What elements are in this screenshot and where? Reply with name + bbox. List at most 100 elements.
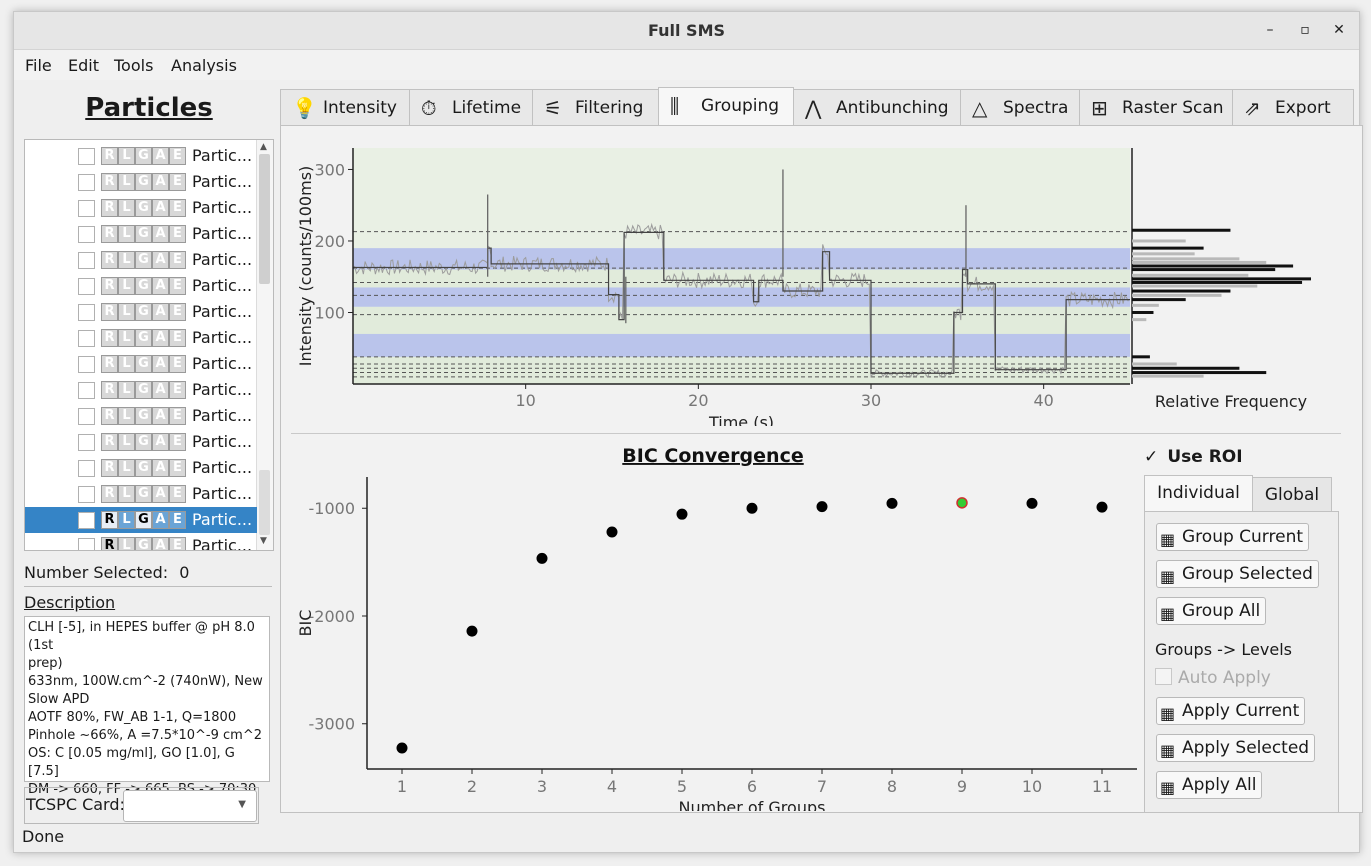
use-roi-checkbox[interactable]: ✓ Use ROI: [1144, 447, 1243, 467]
flag-a-icon: A: [152, 485, 169, 503]
intensity-trace-plot[interactable]: 100 200 300 10 20 30 40 Intensity (counts/100ms…: [281, 126, 1362, 426]
particle-checkbox[interactable]: [78, 382, 95, 399]
scrollbar-thumb[interactable]: [259, 154, 270, 284]
particle-checkbox[interactable]: [78, 278, 95, 295]
histogram-bar: [1132, 257, 1240, 261]
particle-checkbox[interactable]: [78, 538, 95, 550]
particle-checkbox[interactable]: [78, 148, 95, 165]
tab-spectra[interactable]: △ Spectra: [960, 89, 1080, 125]
particle-label: Partic...: [192, 354, 253, 373]
histogram-bar: [1132, 293, 1222, 297]
flag-r-icon: R: [101, 381, 118, 399]
tab-intensity[interactable]: 💡 Intensity: [280, 89, 410, 125]
scroll-down-arrow-icon[interactable]: ▼: [260, 536, 267, 546]
close-button[interactable]: ✕: [1329, 20, 1349, 40]
particle-row[interactable]: R L G A E Partic...: [25, 429, 257, 455]
flag-l-icon: L: [118, 433, 135, 451]
particle-row[interactable]: R L G A E Partic...: [25, 403, 257, 429]
particle-row[interactable]: R L G A E Partic...: [25, 143, 257, 169]
description-box[interactable]: CLH [-5], in HEPES buffer @ pH 8.0 (1st p…: [24, 616, 270, 797]
flag-a-icon: A: [152, 147, 169, 165]
particle-row[interactable]: R L G A E Partic...: [25, 481, 257, 507]
flag-g-icon: G: [135, 459, 152, 477]
menu-analysis[interactable]: Analysis: [171, 56, 237, 75]
histogram-bar: [1132, 289, 1231, 293]
particle-row[interactable]: R L G A E Partic...: [25, 221, 257, 247]
particle-row[interactable]: R L G A E Partic...: [25, 299, 257, 325]
apply-selected-button[interactable]: ▦ Apply Selected: [1156, 734, 1316, 762]
particle-row[interactable]: R L G A E Partic...: [25, 325, 257, 351]
histogram-bar: [1132, 284, 1258, 288]
bic-point[interactable]: [396, 742, 408, 754]
minimize-button[interactable]: –: [1260, 20, 1280, 40]
flag-e-icon: E: [169, 329, 186, 347]
histogram-bar: [1132, 310, 1154, 314]
bic-point[interactable]: [466, 625, 478, 637]
tab-filtering[interactable]: ⚟ Filtering: [532, 89, 659, 125]
group-tab-individual[interactable]: Individual: [1144, 475, 1253, 512]
particle-row[interactable]: R L G A E Partic...: [25, 533, 257, 550]
particle-checkbox[interactable]: [78, 460, 95, 477]
particle-list[interactable]: ▲ ▼ R L G A E Partic... R L G A E Partic... R L G A E Par…: [24, 139, 274, 551]
flag-l-icon: L: [118, 173, 135, 191]
tab-antibunching[interactable]: ⋀ Antibunching: [793, 89, 961, 125]
bic-point[interactable]: [816, 501, 828, 513]
bic-point[interactable]: [886, 497, 898, 509]
particle-label: Partic...: [192, 432, 253, 451]
particle-checkbox[interactable]: [78, 356, 95, 373]
particle-row[interactable]: R L G A E Partic...: [25, 455, 257, 481]
auto-apply-checkbox[interactable]: [1155, 668, 1172, 685]
particle-checkbox[interactable]: [78, 408, 95, 425]
particle-row[interactable]: R L G A E Partic...: [25, 169, 257, 195]
bic-point[interactable]: [536, 552, 548, 564]
particle-row[interactable]: R L G A E Partic...: [25, 247, 257, 273]
bic-point[interactable]: [1096, 501, 1108, 513]
particle-checkbox[interactable]: [78, 512, 95, 529]
histogram-bar: [1132, 239, 1186, 243]
particle-checkbox[interactable]: [78, 174, 95, 191]
tab-lifetime[interactable]: ⏱ Lifetime: [409, 89, 533, 125]
particle-row[interactable]: R L G A E Partic...: [25, 195, 257, 221]
tab-raster-scan[interactable]: ⊞ Raster Scan: [1079, 89, 1233, 125]
flag-g-icon: G: [135, 199, 152, 217]
particle-row[interactable]: R L G A E Partic...: [25, 377, 257, 403]
particle-row[interactable]: R L G A E Partic...: [25, 351, 257, 377]
bic-x-tick-label: 10: [1022, 777, 1042, 796]
apply-current-button[interactable]: ▦ Apply Current: [1156, 697, 1306, 725]
group-selected-button[interactable]: ▦ Group Selected: [1156, 560, 1319, 588]
scroll-up-arrow-icon[interactable]: ▲: [260, 142, 267, 152]
bic-point-selected[interactable]: [956, 497, 968, 509]
bic-point[interactable]: [746, 502, 758, 514]
menu-tools[interactable]: Tools: [114, 56, 153, 75]
bic-convergence-plot[interactable]: BIC Convergence -1000 -2000 -3000 1 2 3 4 5 6 7 8 9 1…: [281, 431, 1141, 811]
particle-checkbox[interactable]: [78, 486, 95, 503]
particle-checkbox[interactable]: [78, 330, 95, 347]
group-tab-global[interactable]: Global: [1252, 477, 1332, 512]
menu-file[interactable]: File: [25, 56, 52, 75]
maximize-button[interactable]: ▫: [1295, 20, 1315, 40]
bic-x-tick-label: 7: [817, 777, 827, 796]
particle-row[interactable]: R L G A E Partic...: [25, 273, 257, 299]
menu-edit[interactable]: Edit: [68, 56, 99, 75]
particle-checkbox[interactable]: [78, 304, 95, 321]
tab-grouping[interactable]: ⫼ Grouping: [658, 87, 794, 126]
particle-checkbox[interactable]: [78, 252, 95, 269]
particle-list-scrollbar[interactable]: ▲ ▼: [256, 140, 273, 550]
particle-checkbox[interactable]: [78, 200, 95, 217]
particle-row[interactable]: R L G A E Partic...: [25, 507, 257, 533]
flag-g-icon: G: [135, 537, 152, 550]
tab-export[interactable]: ⇗ Export: [1232, 89, 1354, 125]
bic-point[interactable]: [676, 508, 688, 520]
bic-point[interactable]: [606, 526, 618, 538]
apply-all-button[interactable]: ▦ Apply All: [1156, 771, 1263, 799]
group-current-button[interactable]: ▦ Group Current: [1156, 523, 1310, 551]
particle-checkbox[interactable]: [78, 226, 95, 243]
tcspc-card-select[interactable]: ▼: [123, 790, 257, 822]
histogram-bar: [1132, 362, 1177, 366]
group-all-button[interactable]: ▦ Group All: [1156, 597, 1267, 625]
histogram-bar: [1132, 366, 1240, 370]
bic-point[interactable]: [1026, 497, 1038, 509]
particle-checkbox[interactable]: [78, 434, 95, 451]
flag-g-icon: G: [135, 433, 152, 451]
histogram-bar: [1132, 273, 1249, 277]
